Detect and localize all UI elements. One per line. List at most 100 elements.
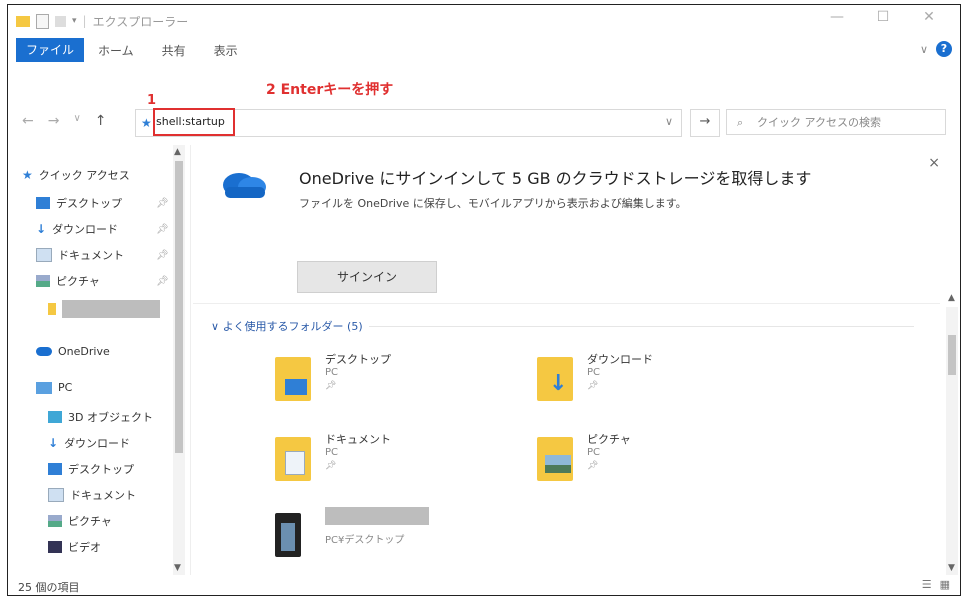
- pin-icon: 📌︎: [325, 461, 337, 471]
- banner-close-icon[interactable]: ×: [928, 155, 940, 171]
- pc-icon: [36, 381, 52, 394]
- sidebar-item-label: ダウンロード: [52, 223, 119, 236]
- annotation-step2: 2 Enterキーを押す: [266, 82, 394, 98]
- sidebar-item-label: OneDrive: [58, 345, 110, 358]
- sidebar-item-onedrive[interactable]: OneDrive: [36, 345, 110, 358]
- tab-share[interactable]: 共有: [148, 42, 200, 59]
- onedrive-cloud-icon: [36, 347, 52, 356]
- 3d-objects-icon: [48, 411, 62, 423]
- quick-access-star-icon: ★: [141, 116, 152, 130]
- pin-icon: 📌︎: [587, 381, 599, 391]
- folder-name: ダウンロード: [587, 353, 653, 366]
- folder-icon: [16, 15, 30, 27]
- tab-file[interactable]: ファイル: [16, 38, 85, 62]
- sidebar-item-pc[interactable]: PC: [36, 381, 72, 394]
- sidebar-item-downloads[interactable]: ↓ ダウンロード 📌︎: [36, 221, 169, 237]
- address-dropdown-icon[interactable]: ∨: [665, 115, 673, 128]
- pin-icon: 📌︎: [587, 461, 599, 471]
- section-line: [369, 326, 914, 327]
- desktop-folder-icon: [275, 357, 311, 401]
- sidebar-item-3d-objects[interactable]: 3D オブジェクト: [48, 409, 153, 425]
- sidebar-item-pc-videos[interactable]: ビデオ: [48, 539, 101, 555]
- go-button[interactable]: →: [690, 109, 720, 137]
- large-icons-view-icon[interactable]: ▦: [940, 578, 950, 591]
- folder-location: PC: [587, 447, 601, 458]
- redacted-label: [62, 300, 160, 318]
- close-button[interactable]: ✕: [906, 9, 952, 25]
- sidebar-item-pc-documents[interactable]: ドキュメント: [48, 487, 136, 503]
- minimize-button[interactable]: —: [814, 9, 860, 25]
- sidebar-item-label: ドキュメント: [70, 489, 136, 502]
- document-icon: [36, 248, 52, 262]
- customize-toolbar-icon[interactable]: ▾: [72, 16, 77, 26]
- sidebar-item-quick-access[interactable]: ★ クイック アクセス: [22, 167, 130, 183]
- pin-icon: 📌︎: [156, 275, 169, 287]
- properties-icon[interactable]: [36, 13, 49, 29]
- folder-location: PC: [325, 447, 339, 458]
- content-scrollbar[interactable]: ▲ ▼: [946, 293, 958, 575]
- sidebar-item-label: ピクチャ: [56, 275, 100, 288]
- sidebar-item-pc-desktop[interactable]: デスクトップ: [48, 461, 134, 477]
- sidebar-item-desktop[interactable]: デスクトップ 📌︎: [36, 195, 169, 211]
- scroll-up-icon[interactable]: ▲: [948, 293, 955, 303]
- divider: [193, 303, 940, 304]
- expand-ribbon-icon[interactable]: ∨: [920, 43, 928, 56]
- up-icon[interactable]: ↑: [95, 113, 107, 129]
- tab-view[interactable]: 表示: [200, 42, 252, 59]
- banner-title: OneDrive にサインインして 5 GB のクラウドストレージを取得します: [299, 169, 812, 188]
- pictures-icon: [48, 515, 62, 527]
- sidebar-item-redacted-folder[interactable]: [48, 300, 160, 318]
- download-icon: ↓: [36, 222, 47, 236]
- window-controls: — ☐ ✕: [814, 9, 952, 25]
- recent-locations-icon[interactable]: ∨: [73, 113, 80, 129]
- folder-location: PC: [587, 367, 601, 378]
- pin-icon: 📌︎: [156, 223, 169, 235]
- content-pane: OneDrive にサインインして 5 GB のクラウドストレージを取得します …: [193, 145, 960, 575]
- chevron-down-icon: ∨: [211, 320, 223, 333]
- maximize-button[interactable]: ☐: [860, 9, 906, 25]
- pin-icon: 📌︎: [156, 249, 169, 261]
- address-bar[interactable]: ★ shell:startup ∨: [135, 108, 682, 137]
- signin-button[interactable]: サインイン: [297, 261, 437, 293]
- document-icon: [48, 488, 64, 502]
- new-folder-icon[interactable]: [55, 15, 66, 27]
- search-placeholder: クイック アクセスの検索: [757, 116, 881, 129]
- frequent-folders-header[interactable]: ∨ よく使用するフォルダー (5): [211, 318, 363, 334]
- sidebar-scroll-thumb[interactable]: [175, 161, 183, 453]
- folder-name: ピクチャ: [587, 433, 631, 446]
- ribbon-right: ∨ ?: [920, 41, 952, 57]
- content-scroll-thumb[interactable]: [948, 335, 956, 375]
- scroll-down-icon[interactable]: ▼: [948, 563, 955, 573]
- sidebar-item-label: 3D オブジェクト: [68, 411, 153, 424]
- forward-icon[interactable]: →: [48, 113, 60, 129]
- address-input[interactable]: shell:startup: [156, 115, 225, 128]
- tab-home[interactable]: ホーム: [84, 42, 148, 59]
- scroll-up-icon[interactable]: ▲: [174, 147, 181, 157]
- ribbon-tabs: ファイル ホーム 共有 表示 ∨ ?: [8, 37, 960, 63]
- sidebar-item-pc-pictures[interactable]: ピクチャ: [48, 513, 112, 529]
- sidebar-item-label: ビデオ: [68, 541, 101, 554]
- sidebar-item-label: デスクトップ: [68, 463, 134, 476]
- navigation-pane: ★ クイック アクセス デスクトップ 📌︎ ↓ ダウンロード 📌︎ ドキュメント…: [8, 145, 191, 575]
- folder-name-redacted: [325, 507, 429, 528]
- pictures-icon: [36, 275, 50, 287]
- sidebar-item-label: ドキュメント: [58, 249, 124, 262]
- details-view-icon[interactable]: ☰: [922, 578, 932, 591]
- onedrive-banner: OneDrive にサインインして 5 GB のクラウドストレージを取得します …: [193, 145, 940, 295]
- back-icon[interactable]: ←: [22, 113, 34, 129]
- search-input[interactable]: ⌕ クイック アクセスの検索: [726, 109, 946, 135]
- onedrive-cloud-icon: [223, 173, 266, 198]
- window-title: エクスプローラー: [92, 14, 189, 29]
- separator: |: [82, 14, 87, 28]
- sidebar-scrollbar[interactable]: ▲ ▼: [173, 145, 185, 575]
- sidebar-item-pictures[interactable]: ピクチャ 📌︎: [36, 273, 169, 289]
- help-icon[interactable]: ?: [936, 41, 952, 57]
- address-row: ← → ∨ ↑ ★ shell:startup ∨ → ⌕ クイック アクセスの…: [8, 105, 960, 139]
- scroll-down-icon[interactable]: ▼: [174, 563, 181, 573]
- desktop-icon: [48, 463, 62, 475]
- folder-location: PC¥デスクトップ: [325, 535, 405, 546]
- sidebar-item-pc-downloads[interactable]: ↓ ダウンロード: [48, 435, 130, 451]
- pin-icon: 📌︎: [325, 381, 337, 391]
- title-bar: ▾ | エクスプローラー — ☐ ✕: [8, 5, 960, 37]
- sidebar-item-documents[interactable]: ドキュメント 📌︎: [36, 247, 169, 263]
